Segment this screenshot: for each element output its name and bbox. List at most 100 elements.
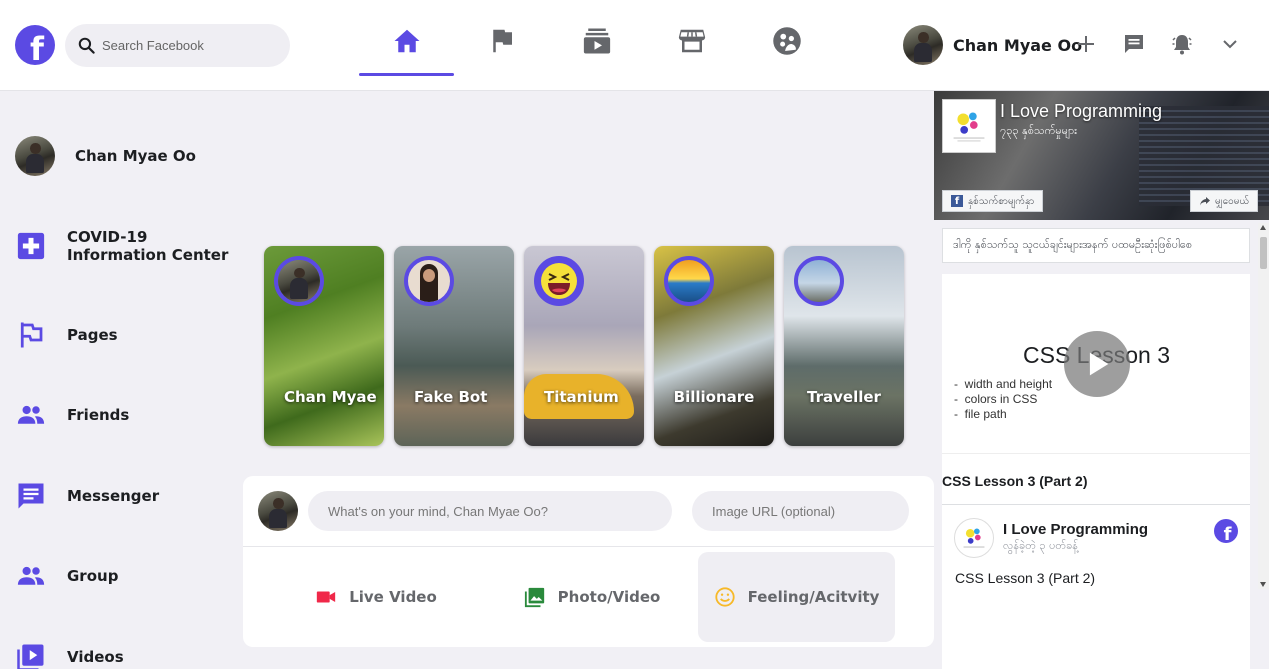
sidebar-item-label: Videos: [67, 648, 124, 666]
bullet-item: file path: [964, 407, 1007, 421]
sidebar-item-pages[interactable]: Pages: [15, 319, 118, 351]
play-icon: [1089, 352, 1109, 376]
search-input[interactable]: [102, 38, 272, 53]
dots-logo-icon: [953, 112, 985, 142]
flag-icon: [492, 29, 512, 53]
avatar: [278, 260, 320, 302]
facebook-logo[interactable]: f: [15, 25, 55, 65]
story-name: Fake Bot: [414, 388, 488, 406]
flag-icon: [20, 322, 43, 348]
share-icon: [1200, 197, 1210, 206]
post-title[interactable]: CSS Lesson 3 (Part 2): [942, 473, 1088, 489]
divider: [243, 546, 934, 547]
tab-groups[interactable]: [739, 20, 834, 76]
messenger-icon: [18, 483, 44, 509]
live-video-label: Live Video: [349, 588, 437, 606]
story-name: Billionare: [673, 388, 755, 406]
store-icon: [678, 29, 705, 53]
photo-icon: [524, 587, 544, 608]
sidebar-item-label: Friends: [67, 406, 130, 424]
story-name: Titanium: [544, 388, 619, 406]
share-button[interactable]: မျှဝေမယ်: [1190, 190, 1259, 212]
covid-plus-icon: [17, 232, 45, 260]
plus-icon: [1078, 36, 1094, 52]
story-card[interactable]: Traveller: [784, 246, 904, 446]
story-name: Chan Myae: [284, 388, 377, 406]
account-menu-button[interactable]: [1217, 31, 1243, 57]
sidebar-item-label: Messenger: [67, 487, 160, 505]
group-icon: [17, 566, 45, 585]
search-icon: [78, 37, 95, 54]
live-video-button[interactable]: Live Video: [263, 552, 489, 642]
scroll-down-icon[interactable]: [1260, 582, 1266, 587]
post-composer: Live Video Photo/Video Feeling/Acitvity: [243, 476, 934, 647]
story-card[interactable]: Chan Myae: [264, 246, 384, 446]
page-plugin: I Love Programming ၇၃၃ နှစ်သက်မှုများ fန…: [934, 91, 1269, 669]
feeling-activity-button[interactable]: Feeling/Acitvity: [698, 552, 895, 642]
photo-video-button[interactable]: Photo/Video: [479, 552, 705, 642]
image-url-input[interactable]: [692, 491, 909, 531]
share-label: မျှဝေမယ်: [1215, 195, 1250, 207]
smile-icon: [714, 587, 735, 607]
sidebar-item-covid[interactable]: COVID-19 Information Center: [15, 228, 228, 264]
messenger-icon: [1125, 35, 1143, 53]
bell-icon: [1172, 35, 1192, 55]
dots-logo-icon: [963, 528, 985, 548]
avatar: [15, 136, 55, 176]
sidebar-item-videos[interactable]: Videos: [15, 641, 124, 669]
scroll-up-icon[interactable]: [1260, 225, 1266, 230]
tab-marketplace[interactable]: [644, 20, 739, 76]
story-card[interactable]: Fake Bot: [394, 246, 514, 446]
page-avatar[interactable]: [954, 518, 994, 558]
page-name[interactable]: I Love Programming: [1000, 101, 1162, 122]
sidebar-item-label: COVID-19 Information Center: [67, 228, 229, 264]
tab-watch[interactable]: [549, 20, 644, 76]
post-body: CSS Lesson 3 (Part 2): [955, 570, 1096, 586]
videos-icon: [17, 644, 44, 669]
tab-pages[interactable]: [454, 20, 549, 76]
sidebar-item-messenger[interactable]: Messenger: [15, 480, 159, 512]
story-card[interactable]: Billionare: [654, 246, 774, 446]
top-navbar: f Chan Myae Oo: [0, 0, 1269, 91]
story-card[interactable]: Titanium: [524, 246, 644, 446]
page-logo[interactable]: [942, 99, 996, 153]
sidebar-item-profile[interactable]: Chan Myae Oo: [15, 136, 196, 176]
play-button[interactable]: [1064, 331, 1130, 397]
tab-home[interactable]: [359, 20, 454, 76]
page-post: CSS Lesson 3 - width and height - colors…: [942, 274, 1250, 669]
video-icon: [583, 28, 610, 54]
feeling-activity-label: Feeling/Acitvity: [747, 588, 880, 606]
chevron-down-icon: [1223, 40, 1237, 49]
post-time[interactable]: လွန်ခဲ့တဲ့ ၃ ပတ်ခန့်: [1003, 539, 1078, 555]
scrollbar[interactable]: [1258, 223, 1269, 589]
scrollbar-thumb[interactable]: [1260, 237, 1267, 269]
sidebar-item-label: Chan Myae Oo: [75, 147, 196, 165]
bullet-item: width and height: [964, 377, 1053, 391]
create-button[interactable]: [1073, 31, 1099, 57]
laughing-emoji-icon: [541, 263, 577, 299]
facebook-icon: f: [951, 195, 963, 207]
sidebar-item-label: Group: [67, 567, 119, 585]
post-author[interactable]: I Love Programming: [1003, 521, 1148, 538]
search-bar[interactable]: [65, 24, 290, 67]
notifications-button[interactable]: [1169, 31, 1195, 57]
story-name: Traveller: [807, 388, 881, 406]
friends-like-text: ဒါကို နှစ်သက်သူ သူငယ်ချင်းများအနက် ပထမဦး…: [942, 228, 1250, 263]
avatar: [258, 491, 298, 531]
like-page-button[interactable]: f နှစ်သက်စာမျက်နှာ: [942, 190, 1044, 212]
messenger-button[interactable]: [1121, 31, 1147, 57]
header-user-name: Chan Myae Oo: [953, 35, 1083, 55]
video-thumbnail[interactable]: CSS Lesson 3 - width and height - colors…: [942, 274, 1250, 454]
facebook-icon[interactable]: f: [1214, 519, 1238, 543]
sidebar-item-friends[interactable]: Friends: [15, 399, 129, 431]
page-cover[interactable]: I Love Programming ၇၃၃ နှစ်သက်မှုများ fန…: [934, 91, 1269, 220]
like-page-label: နှစ်သက်စာမျက်နှာ: [968, 195, 1035, 207]
bullet-item: colors in CSS: [964, 392, 1038, 406]
post-input[interactable]: [308, 491, 672, 531]
page-likes: ၇၃၃ နှစ်သက်မှုများ: [1000, 124, 1077, 137]
sidebar-item-label: Pages: [67, 326, 118, 344]
live-video-icon: [317, 591, 336, 603]
sidebar-item-group[interactable]: Group: [15, 560, 118, 592]
avatar: [903, 25, 943, 65]
header-profile[interactable]: Chan Myae Oo: [903, 25, 1082, 65]
